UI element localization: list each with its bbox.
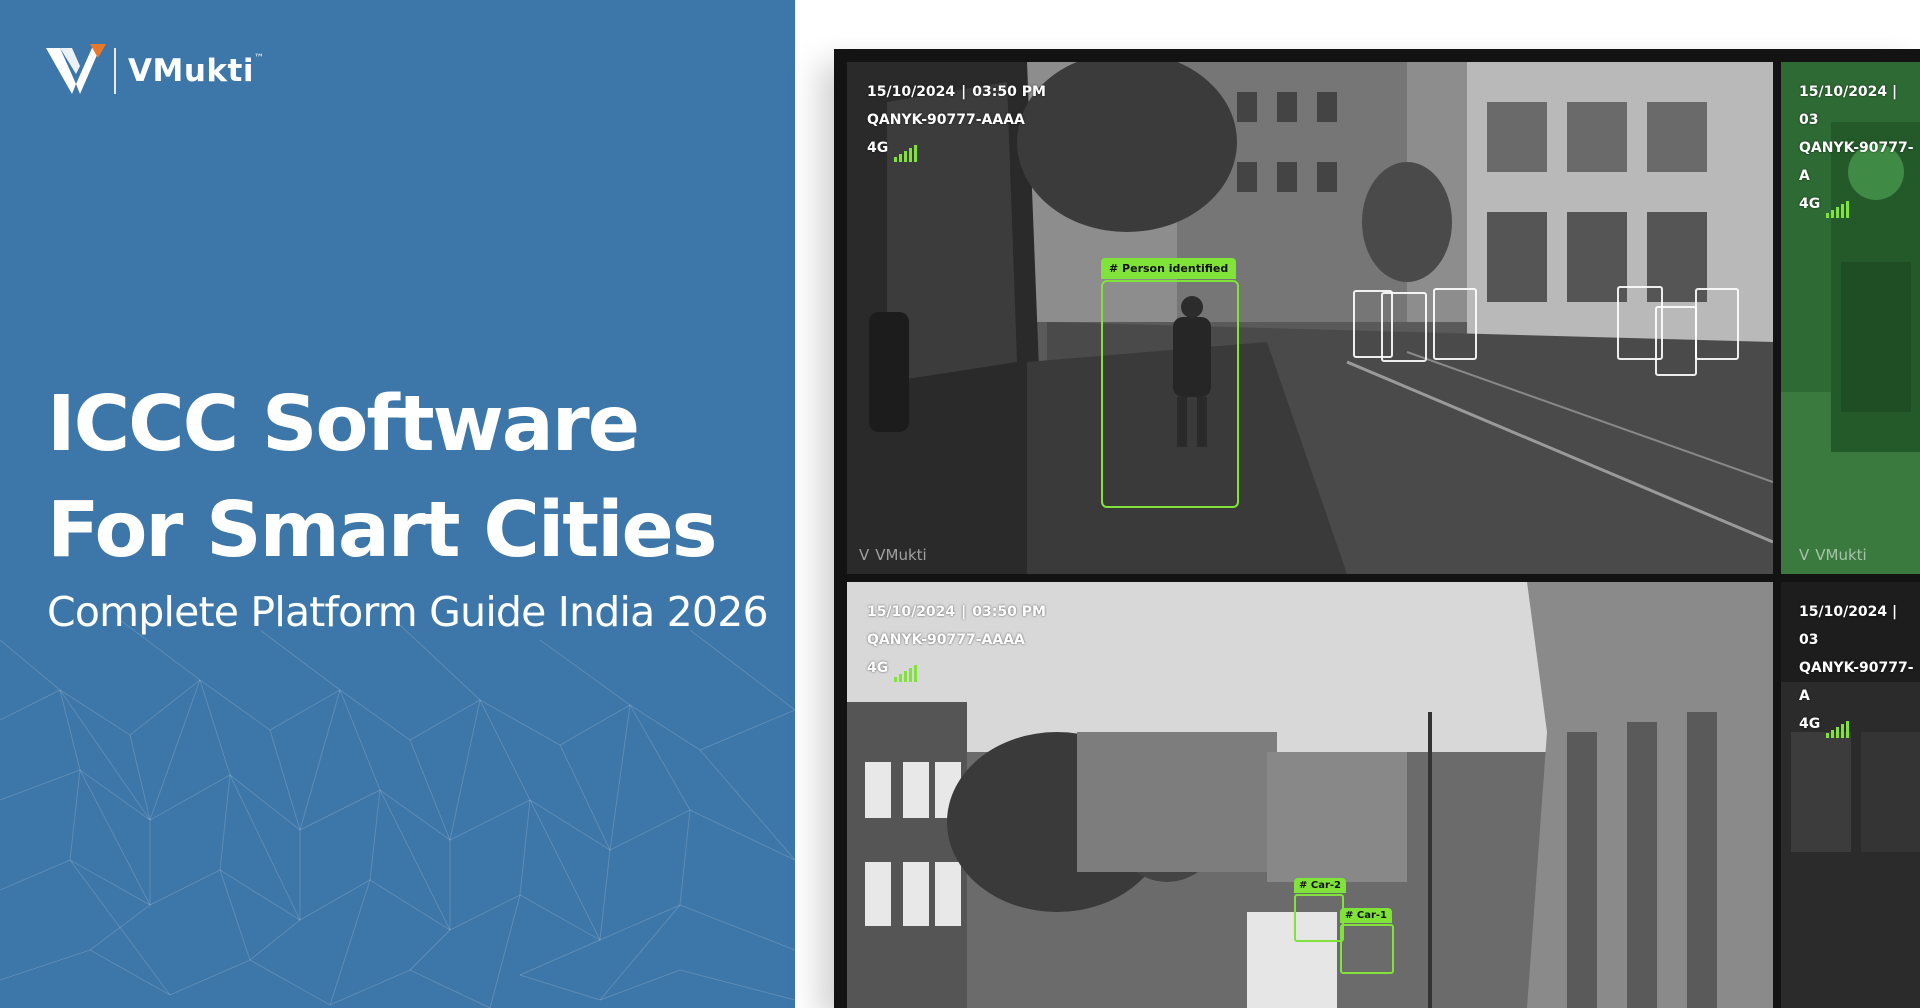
car-1-detection-label: # Car-1 bbox=[1340, 908, 1392, 923]
headline-line-1: ICCC Software bbox=[47, 380, 640, 469]
headline-line-2: For Smart Cities bbox=[47, 486, 718, 575]
vmukti-v-logo-icon bbox=[46, 44, 106, 94]
camera-tile-gas-station: 15/10/2024 | 03 QANYK-90777-A 4G V VMukti bbox=[1781, 62, 1920, 574]
signal-bars-icon bbox=[1826, 720, 1850, 738]
signal-bars-icon bbox=[894, 664, 918, 682]
signal-bars-icon bbox=[1826, 200, 1850, 218]
vmukti-v-logo-icon: V bbox=[1799, 546, 1810, 564]
brand-logo: VMukti™ bbox=[46, 44, 264, 98]
pedestrian-box bbox=[1655, 306, 1697, 376]
camera-info-overlay: 15/10/2024 | 03:50 PM QANYK-90777-AAAA 4G bbox=[867, 598, 1046, 682]
camera-tile-city: # Car-2 # Car-1 15/10/2024 | 03:50 PM QANY… bbox=[847, 582, 1773, 1008]
hero-panel: VMukti™ ICCC Software For Smart Cities C… bbox=[0, 0, 795, 1008]
vmukti-v-logo-icon: V bbox=[859, 546, 870, 564]
person-detection-box bbox=[1101, 280, 1239, 508]
camera-tile-street: # Person identified 15/10/2024 | 03:50 PM … bbox=[847, 62, 1773, 574]
person-detection-label: # Person identified bbox=[1101, 258, 1237, 279]
page-subtitle: Complete Platform Guide India 2026 bbox=[47, 588, 769, 636]
pedestrian-box bbox=[1381, 292, 1427, 362]
signal-bars-icon bbox=[894, 144, 918, 162]
car-1-detection-box bbox=[1340, 924, 1394, 974]
vmukti-watermark: V VMukti bbox=[859, 546, 927, 564]
camera-tile-train: 15/10/2024 | 03 QANYK-90777-A 4G bbox=[1781, 582, 1920, 1008]
car-2-detection-label: # Car-2 bbox=[1294, 878, 1346, 893]
pedestrian-box bbox=[1433, 288, 1477, 360]
camera-info-overlay: 15/10/2024 | 03:50 PM QANYK-90777-AAAA 4G bbox=[867, 78, 1046, 162]
vmukti-watermark: V VMukti bbox=[1799, 546, 1867, 564]
page-title: ICCC Software For Smart Cities bbox=[47, 372, 718, 584]
car-2-detection-box bbox=[1294, 894, 1344, 942]
cctv-monitor: # Person identified 15/10/2024 | 03:50 PM … bbox=[834, 49, 1920, 1008]
pedestrian-box bbox=[1695, 288, 1739, 360]
camera-info-overlay: 15/10/2024 | 03 QANYK-90777-A 4G bbox=[1799, 598, 1920, 738]
camera-info-overlay: 15/10/2024 | 03 QANYK-90777-A 4G bbox=[1799, 78, 1920, 218]
brand-name: VMukti™ bbox=[128, 53, 265, 89]
logo-divider bbox=[114, 48, 116, 94]
